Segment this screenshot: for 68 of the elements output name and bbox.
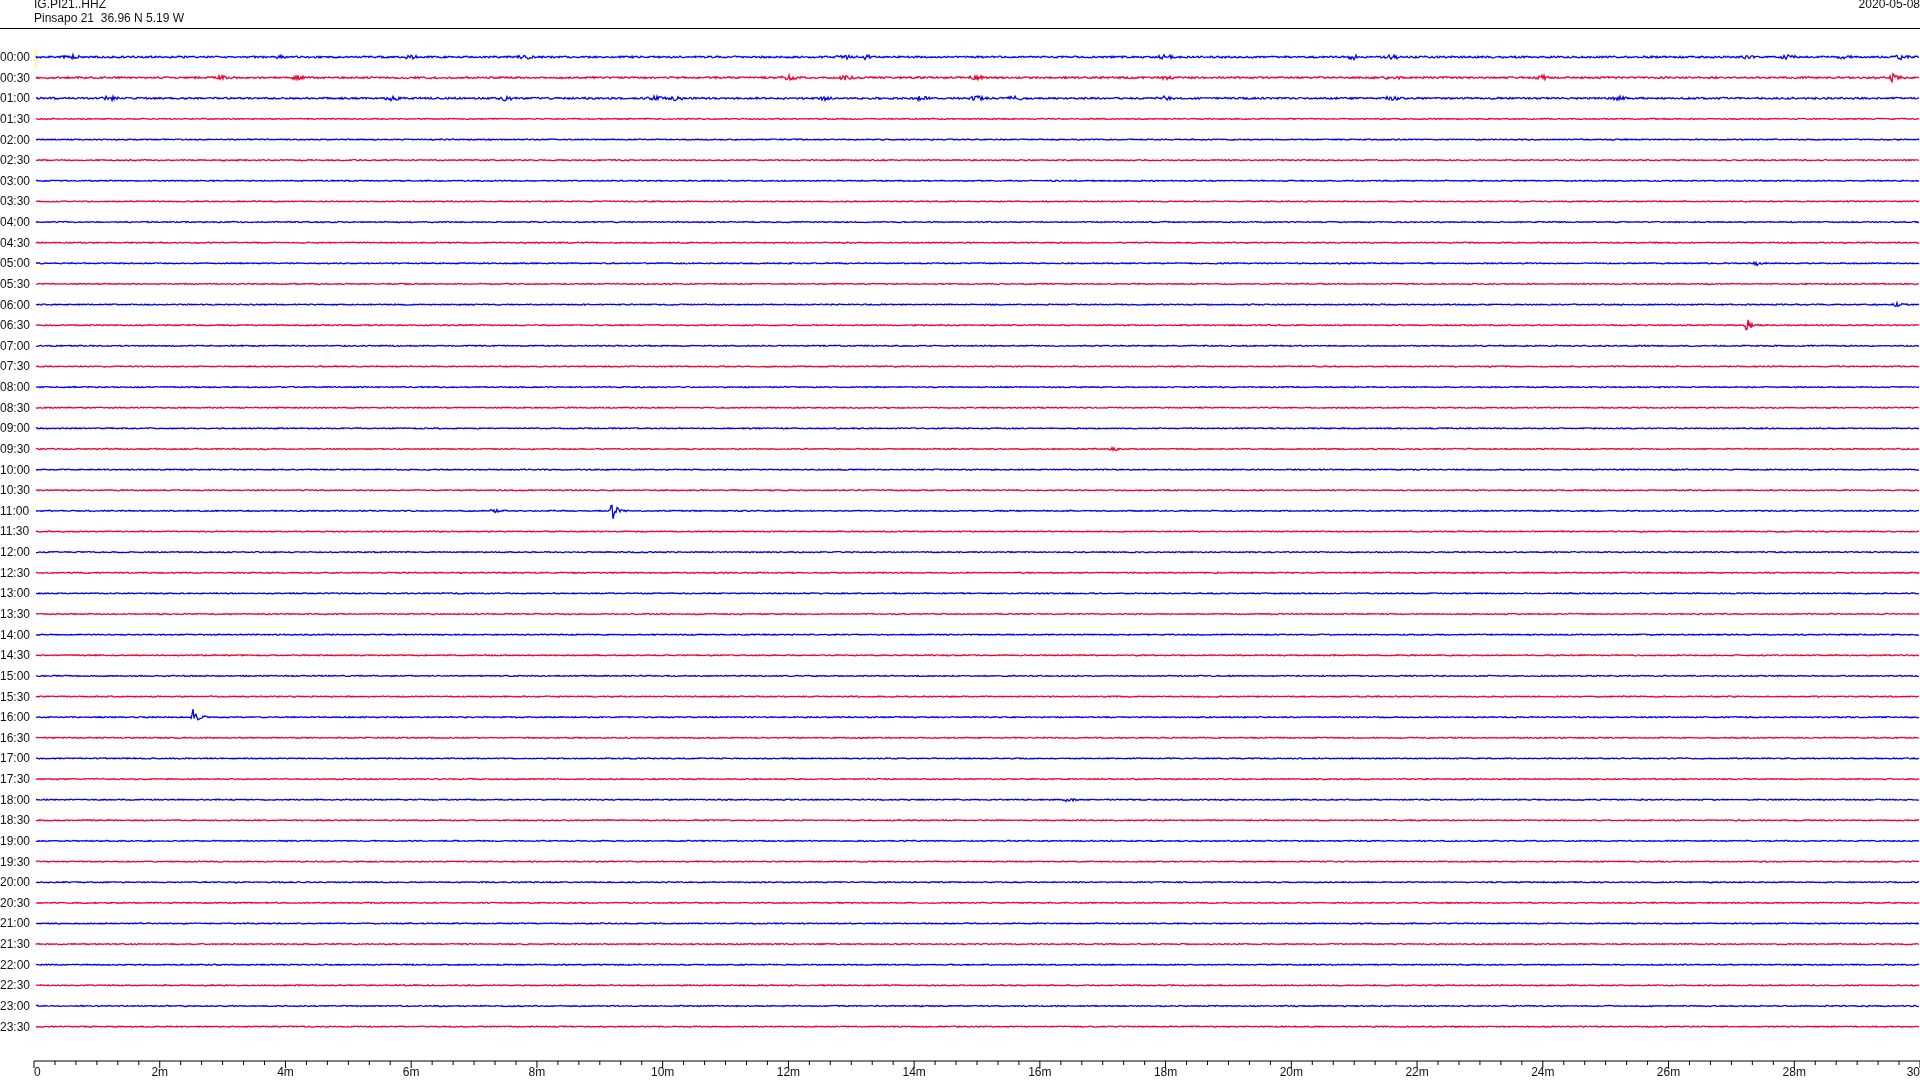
row-time-label: 02:30	[0, 153, 31, 168]
time-marker	[34, 49, 38, 69]
row-time-label: 15:30	[0, 689, 31, 704]
row-time-label: 16:30	[0, 730, 31, 745]
row-time-label: 00:00	[0, 50, 31, 64]
row-time-label: 09:30	[0, 441, 31, 456]
row-time-label: 15:00	[0, 668, 31, 683]
row-time-label: 21:30	[0, 937, 31, 952]
row-time-label: 06:00	[0, 297, 31, 312]
date-label: 2020-05-08	[1858, 0, 1920, 13]
axis-tick-label: 14m	[902, 1065, 926, 1079]
axis-tick-label: 12m	[776, 1065, 801, 1079]
row-time-label: 01:30	[0, 111, 31, 126]
row-time-label: 13:30	[0, 607, 31, 621]
axis-tick-label: 24m	[1531, 1065, 1555, 1079]
row-time-label: 22:00	[0, 957, 31, 972]
row-time-label: 20:00	[0, 875, 31, 890]
axis-tick-label: 10m	[651, 1065, 675, 1079]
row-time-label: 07:30	[0, 359, 31, 374]
axis-tick-label: 16m	[1028, 1065, 1052, 1079]
channel-code: IG.PI21..HHZ	[34, 0, 108, 11]
row-time-label: 11:30	[0, 524, 30, 539]
row-time-label: 05:00	[0, 256, 31, 271]
axis-tick-label: 4m	[277, 1065, 294, 1079]
axis-tick-label: 0	[34, 1065, 41, 1079]
axis-tick-label: 28m	[1782, 1065, 1806, 1079]
row-time-label: 21:00	[0, 916, 31, 931]
row-time-label: 14:30	[0, 648, 31, 663]
row-time-label: 06:30	[0, 318, 31, 333]
row-time-label: 10:30	[0, 483, 31, 498]
row-time-label: 01:00	[0, 91, 31, 106]
row-time-label: 17:30	[0, 772, 31, 787]
row-time-label: 18:30	[0, 813, 31, 828]
axis-tick-label: 6m	[402, 1065, 420, 1079]
row-time-label: 19:00	[0, 833, 31, 848]
row-time-label: 09:00	[0, 421, 31, 436]
row-time-label: 19:30	[0, 854, 31, 869]
row-time-label: 10:00	[0, 462, 31, 477]
axis-tick-label: 2m	[151, 1065, 169, 1079]
axis-tick-label: 8m	[528, 1065, 546, 1079]
row-time-label: 14:00	[0, 627, 31, 642]
axis-tick-label: 22m	[1405, 1065, 1429, 1079]
row-time-label: 13:00	[0, 586, 31, 601]
row-time-label: 23:00	[0, 999, 31, 1013]
row-time-label: 23:30	[0, 1019, 31, 1034]
row-time-label: 04:00	[0, 215, 31, 230]
row-time-label: 17:00	[0, 751, 31, 766]
row-time-label: 08:00	[0, 380, 31, 395]
row-time-label: 11:00	[0, 503, 30, 518]
axis-tick-label: 20m	[1279, 1065, 1303, 1079]
row-time-label: 05:30	[0, 276, 31, 291]
row-time-label: 20:30	[0, 895, 31, 910]
row-time-label: 08:30	[0, 400, 31, 415]
row-time-label: 16:00	[0, 710, 31, 725]
axis-tick-label: 30	[1906, 1065, 1920, 1079]
axis-tick-label: 18m	[1153, 1065, 1178, 1079]
station-info: Pinsapo 21 36.96 N 5.19 W	[34, 11, 185, 25]
row-time-label: 07:00	[0, 338, 31, 353]
row-time-label: 18:00	[0, 792, 31, 807]
row-time-label: 00:30	[0, 70, 31, 85]
axis-tick-label: 26m	[1656, 1065, 1681, 1079]
row-time-label: 12:00	[0, 545, 31, 560]
row-time-label: 12:30	[0, 565, 31, 580]
row-time-label: 22:30	[0, 978, 31, 993]
row-time-label: 03:30	[0, 194, 31, 209]
row-time-label: 04:30	[0, 235, 31, 250]
row-time-label: 02:00	[0, 132, 31, 147]
row-time-label: 03:00	[0, 173, 31, 188]
